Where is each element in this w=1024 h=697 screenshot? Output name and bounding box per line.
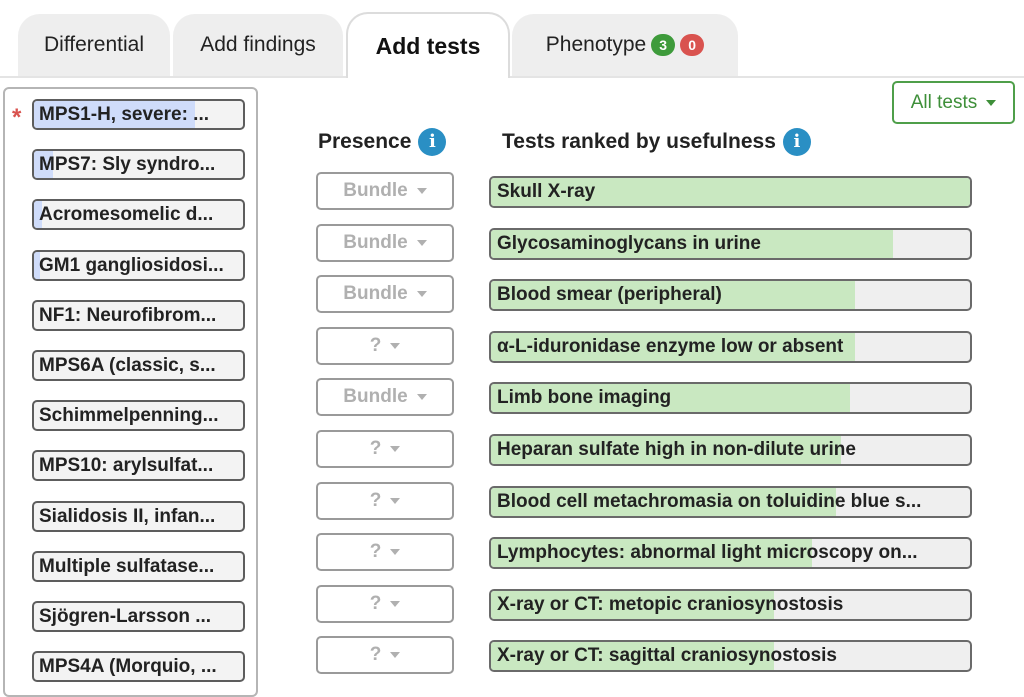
chevron-down-icon: [416, 291, 427, 298]
chevron-down-icon: [390, 342, 401, 349]
test-item[interactable]: α-L-iduronidase enzyme low or absent: [489, 330, 972, 363]
test-item[interactable]: X-ray or CT: sagittal craniosynostosis: [489, 640, 972, 673]
diagnosis-item[interactable]: MPS4A (Morquio, ...: [32, 651, 245, 683]
diagnosis-item[interactable]: NF1: Neurofibrom...: [32, 299, 245, 331]
chevron-down-icon: [986, 99, 997, 106]
presence-select-value: Bundle: [343, 231, 408, 253]
diagnosis-item[interactable]: Schimmelpenning...: [32, 400, 245, 432]
test-item[interactable]: X-ray or CT: metopic craniosynostosis: [489, 588, 972, 621]
diagnosis-item[interactable]: Multiple sulfatase...: [32, 550, 245, 582]
test-label: X-ray or CT: sagittal craniosynostosis: [497, 645, 837, 667]
presence-select-value: ?: [369, 644, 382, 666]
chevron-down-icon: [416, 239, 427, 246]
presence-select[interactable]: ?: [316, 481, 454, 520]
presence-select-value: ?: [369, 438, 382, 459]
presence-select[interactable]: ?: [316, 326, 454, 365]
test-label: α-L-iduronidase enzyme low or absent: [497, 335, 844, 357]
diagnosis-label: MPS4A (Morquio, ...: [39, 656, 217, 678]
diagnosis-item[interactable]: MPS6A (classic, s...: [32, 350, 245, 381]
diagnosis-label: Sjögren-Larsson ...: [39, 606, 212, 627]
tab-differential[interactable]: Differential: [18, 14, 170, 76]
test-item[interactable]: Glycosaminoglycans in urine: [489, 227, 972, 260]
chevron-down-icon: [416, 188, 427, 194]
test-item[interactable]: Heparan sulfate high in non-dilute urine: [489, 434, 972, 466]
test-item[interactable]: Skull X-ray: [489, 176, 972, 208]
tab-add-findings[interactable]: Add findings: [173, 14, 343, 76]
test-item[interactable]: Blood smear (peripheral): [489, 279, 972, 312]
info-icon[interactable]: i: [782, 128, 811, 156]
diagnosis-item[interactable]: Sialidosis II, infan...: [32, 500, 245, 532]
diagnosis-label: MPS1-H, severe: ...: [39, 104, 210, 125]
presence-select[interactable]: ?: [316, 430, 454, 468]
diagnosis-label: GM1 gangliosidosi...: [39, 254, 224, 276]
presence-header-label: Presence: [318, 130, 412, 153]
test-label: Heparan sulfate high in non-dilute urine: [497, 439, 856, 460]
tab-label: Add tests: [375, 32, 481, 59]
diagnosis-item[interactable]: MPS1-H, severe: ...: [32, 99, 245, 130]
chevron-down-icon: [390, 549, 401, 556]
test-filter-label: All tests: [910, 91, 978, 113]
presence-select-value: ?: [369, 489, 382, 511]
presence-select[interactable]: Bundle: [316, 172, 454, 210]
presence-select-value: ?: [369, 592, 382, 614]
chevron-down-icon: [390, 446, 401, 452]
phenotype-absent-count-badge: 0: [680, 34, 705, 56]
chevron-down-icon: [416, 394, 427, 401]
presence-select[interactable]: ?: [316, 636, 454, 675]
test-item[interactable]: Limb bone imaging: [489, 382, 972, 415]
presence-select-value: ?: [369, 541, 382, 563]
diagnosis-label: MPS7: Sly syndro...: [39, 154, 216, 176]
diagnosis-label: Multiple sulfatase...: [39, 555, 215, 577]
presence-select[interactable]: Bundle: [316, 378, 454, 417]
diagnosis-item[interactable]: MPS7: Sly syndro...: [32, 149, 245, 181]
tab-divider: [0, 76, 1024, 78]
diagnosis-label: NF1: Neurofibrom...: [39, 304, 217, 326]
diagnosis-label: Sialidosis II, infan...: [39, 505, 216, 527]
presence-select[interactable]: ?: [316, 584, 454, 623]
test-label: Glycosaminoglycans in urine: [497, 232, 761, 254]
diagnosis-item[interactable]: GM1 gangliosidosi...: [32, 249, 245, 281]
selected-marker-icon: *: [12, 104, 22, 131]
diagnosis-item[interactable]: Sjögren-Larsson ...: [32, 601, 245, 632]
test-label: Skull X-ray: [497, 181, 596, 202]
presence-select-value: ?: [369, 334, 382, 356]
tests-header-label: Tests ranked by usefulness: [502, 130, 776, 153]
phenotype-present-count-badge: 3: [651, 34, 676, 56]
test-item[interactable]: Lymphocytes: abnormal light microscopy o…: [489, 537, 972, 570]
chevron-down-icon: [390, 652, 401, 659]
tab-add-tests[interactable]: Add tests: [346, 12, 510, 78]
tests-column-header: Tests ranked by usefulness i: [502, 128, 811, 156]
test-label: Limb bone imaging: [497, 387, 672, 409]
tab-label: Phenotype: [545, 33, 647, 56]
test-label: Blood smear (peripheral): [497, 284, 722, 306]
info-icon[interactable]: i: [418, 128, 447, 156]
test-label: X-ray or CT: metopic craniosynostosis: [497, 593, 844, 615]
chevron-down-icon: [390, 497, 401, 504]
test-item[interactable]: Blood cell metachromasia on toluidine bl…: [489, 485, 972, 518]
presence-select[interactable]: Bundle: [316, 275, 454, 314]
diagnosis-label: Schimmelpenning...: [39, 405, 219, 427]
presence-select-value: Bundle: [343, 386, 408, 408]
diagnosis-label: MPS6A (classic, s...: [39, 355, 216, 376]
presence-select[interactable]: Bundle: [316, 223, 454, 262]
presence-select-value: Bundle: [343, 283, 408, 305]
diagnosis-item[interactable]: Acromesomelic d...: [32, 199, 245, 231]
tab-label: Differential: [44, 33, 144, 56]
tab-bar: Differential Add findings Add tests Phen…: [0, 0, 1024, 78]
diagnosis-item[interactable]: MPS10: arylsulfat...: [32, 450, 245, 482]
diagnosis-label: MPS10: arylsulfat...: [39, 455, 214, 477]
presence-select[interactable]: ?: [316, 533, 454, 572]
chevron-down-icon: [390, 600, 401, 607]
test-label: Lymphocytes: abnormal light microscopy o…: [497, 542, 918, 564]
tab-phenotype[interactable]: Phenotype 3 0: [512, 14, 738, 76]
presence-select-value: Bundle: [343, 180, 408, 201]
presence-column-header: Presence i: [318, 128, 447, 156]
test-filter-dropdown[interactable]: All tests: [892, 81, 1015, 124]
test-label: Blood cell metachromasia on toluidine bl…: [497, 490, 922, 512]
tab-label: Add findings: [200, 33, 316, 56]
diagnosis-label: Acromesomelic d...: [39, 204, 214, 226]
